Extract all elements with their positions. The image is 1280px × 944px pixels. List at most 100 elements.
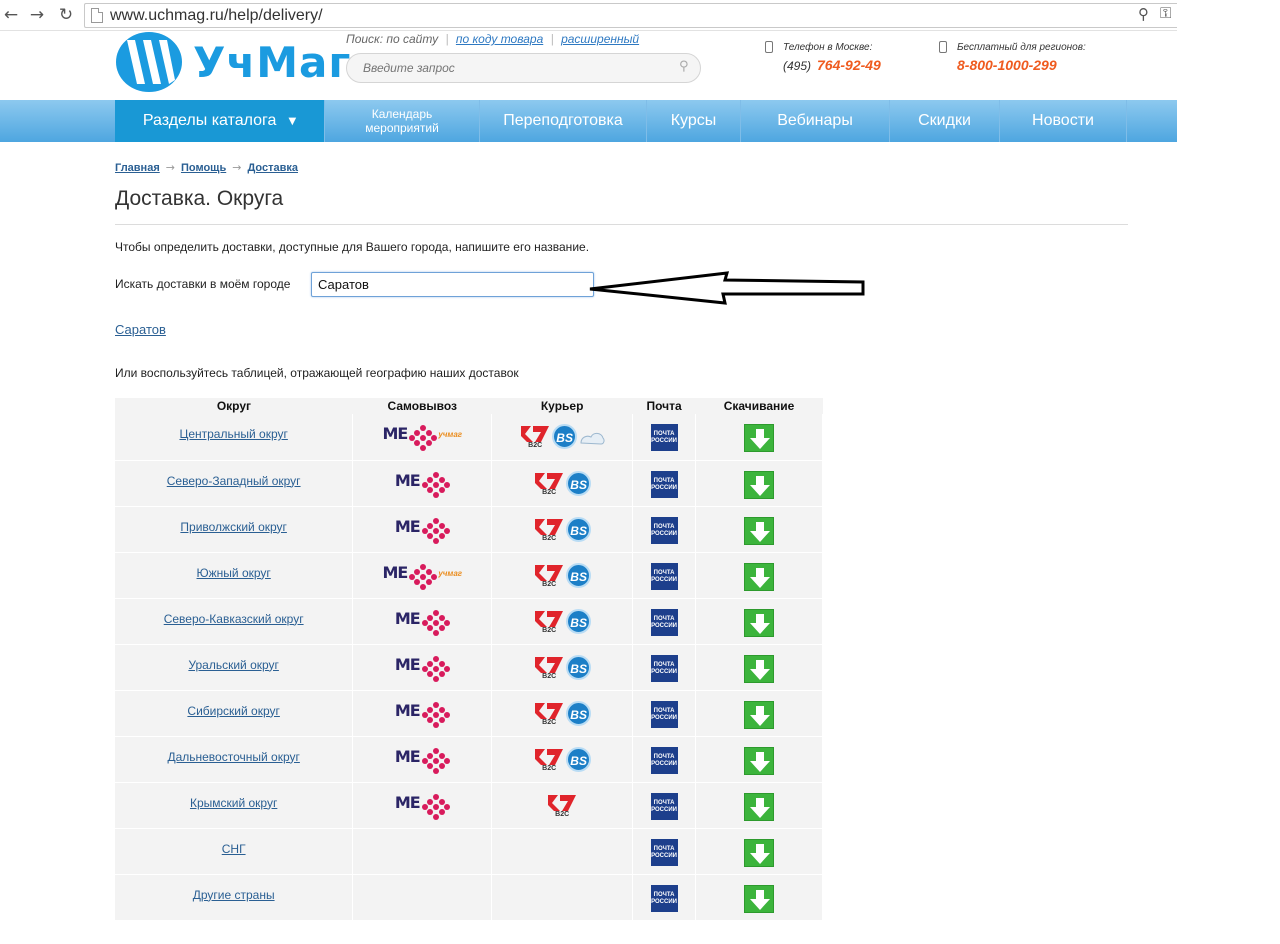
download-icon[interactable]: [744, 470, 775, 499]
district-link[interactable]: Крымский округ: [190, 796, 277, 810]
site-search-input[interactable]: [346, 53, 701, 83]
cell-download: [695, 828, 823, 875]
breadcrumb-delivery[interactable]: Доставка: [247, 162, 298, 174]
cell-download: [695, 598, 823, 645]
cell-download: [695, 552, 823, 599]
search-mode-code-link[interactable]: по коду товара: [456, 32, 543, 46]
nav-webinars[interactable]: Вебинары: [741, 100, 890, 142]
b2c-logo-icon: B2C: [519, 424, 551, 452]
pochta-label-1: ПОЧТА: [653, 799, 675, 806]
pochta-logo-icon: ПОЧТА РОССИИ: [650, 792, 678, 820]
district-link[interactable]: Приволжский округ: [180, 520, 287, 534]
moscow-phone-label: Телефон в Москве:: [783, 42, 873, 53]
download-icon[interactable]: [744, 792, 775, 821]
cell-post: ПОЧТА РОССИИ: [632, 506, 697, 553]
pochta-logo-icon: ПОЧТА РОССИИ: [650, 838, 678, 866]
annotation-arrow-icon: [589, 271, 865, 305]
nav-calendar[interactable]: Календарь мероприятий: [325, 100, 480, 142]
search-mode-extended-link[interactable]: расширенный: [561, 32, 639, 46]
download-icon[interactable]: [744, 424, 775, 452]
download-icon[interactable]: [744, 884, 775, 913]
pochta-label-2: РОССИИ: [651, 760, 677, 767]
pochta-label-1: ПОЧТА: [653, 477, 675, 484]
zoom-icon[interactable]: ⚲: [1138, 5, 1149, 23]
address-bar[interactable]: www.uchmag.ru/help/delivery/: [84, 3, 1177, 28]
district-link[interactable]: Северо-Кавказский округ: [164, 612, 304, 626]
download-icon[interactable]: [744, 516, 775, 545]
delivery-table: Округ Самовывоз Курьер Почта Скачивание …: [115, 398, 823, 921]
download-icon[interactable]: [744, 838, 775, 867]
cell-courier: B2C BS: [491, 598, 634, 645]
forward-icon[interactable]: →: [26, 5, 48, 25]
cell-post: ПОЧТА РОССИИ: [632, 690, 697, 737]
nav-calendar-line1: Календарь: [371, 107, 433, 121]
search-mode-site[interactable]: по сайту: [386, 32, 438, 46]
breadcrumb-help[interactable]: Помощь: [181, 162, 226, 174]
pochta-label-1: ПОЧТА: [653, 707, 675, 714]
pochta-logo-icon: ПОЧТА РОССИИ: [650, 470, 678, 498]
district-link[interactable]: Сибирский округ: [187, 704, 279, 718]
district-link[interactable]: Другие страны: [193, 888, 275, 902]
download-icon[interactable]: [744, 654, 775, 683]
nav-catalog[interactable]: Разделы каталога ▼: [115, 100, 325, 142]
download-icon[interactable]: [744, 608, 775, 637]
berry-icon: [421, 793, 450, 820]
nav-courses[interactable]: Курсы: [647, 100, 741, 142]
district-link[interactable]: Северо-Западный округ: [167, 474, 301, 488]
column-header-pickup: Самовывоз: [352, 398, 492, 414]
nav-catalog-label: Разделы каталога: [142, 112, 277, 129]
b2c-label: B2C: [555, 810, 570, 818]
download-icon[interactable]: [744, 746, 775, 775]
district-link[interactable]: Дальневосточный округ: [167, 750, 299, 764]
pochta-logo-icon: ПОЧТА РОССИИ: [650, 654, 678, 682]
district-link[interactable]: СНГ: [222, 842, 246, 856]
nav-discounts[interactable]: Скидки: [890, 100, 1000, 142]
intro-text: Чтобы определить доставки, доступные для…: [115, 240, 590, 254]
nav-news[interactable]: Новости: [1000, 100, 1127, 142]
city-search-input[interactable]: [311, 272, 594, 297]
table-row: Уральский округ ME B2C BS ПОЧТА РОССИИ: [115, 644, 823, 691]
cell-post: ПОЧТА РОССИИ: [632, 460, 697, 507]
cell-download: [695, 460, 823, 507]
district-link[interactable]: Южный округ: [197, 566, 271, 580]
table-row: Другие страны ПОЧТА РОССИИ: [115, 874, 823, 921]
cell-pickup: ME учмаг: [352, 414, 493, 461]
district-link[interactable]: Уральский округ: [188, 658, 279, 672]
key-icon[interactable]: ⚿: [1160, 4, 1171, 22]
logo-mark-icon: [116, 32, 182, 92]
reload-icon[interactable]: ↻: [55, 5, 77, 25]
back-icon[interactable]: ←: [0, 5, 22, 25]
cell-courier: [491, 828, 634, 875]
moscow-phone-block: Телефон в Москве: (495) 764-92-49: [765, 41, 881, 73]
b2c-label: B2C: [542, 718, 557, 726]
pochta-label-1: ПОЧТА: [653, 661, 675, 668]
site-logo[interactable]: УчМаг: [115, 32, 350, 94]
pochta-label-2: РОССИИ: [651, 898, 677, 905]
b2c-logo-icon: B2C: [533, 609, 565, 637]
pochta-logo-icon: ПОЧТА РОССИИ: [650, 562, 678, 590]
download-icon[interactable]: [744, 562, 775, 591]
district-link[interactable]: Центральный округ: [179, 427, 287, 441]
city-result-link[interactable]: Саратов: [115, 322, 166, 337]
table-row: Дальневосточный округ ME B2C BS ПОЧТА РОССИИ: [115, 736, 823, 783]
pochta-label-1: ПОЧТА: [653, 845, 675, 852]
download-icon[interactable]: [744, 700, 775, 729]
nav-retraining[interactable]: Переподготовка: [480, 100, 647, 142]
table-row: Приволжский округ ME B2C BS ПОЧТА РОССИИ: [115, 506, 823, 553]
url-text[interactable]: www.uchmag.ru/help/delivery/: [110, 7, 323, 25]
pochta-logo-icon: ПОЧТА РОССИИ: [650, 424, 678, 451]
cell-download: [695, 414, 823, 461]
breadcrumb-home[interactable]: Главная: [115, 162, 160, 174]
cell-district: СНГ: [115, 828, 354, 875]
moscow-phone-code: (495): [783, 59, 812, 73]
cell-post: ПОЧТА РОССИИ: [632, 644, 697, 691]
b2c-logo-icon: B2C: [533, 701, 565, 729]
regions-phone-label: Бесплатный для регионов:: [957, 42, 1086, 53]
cell-courier: B2C BS: [491, 736, 634, 783]
search-icon[interactable]: ⚲: [679, 59, 689, 74]
table-row: Центральный округ ME учмаг B2C BS ПОЧТА РОССИИ: [115, 414, 823, 461]
cell-district: Уральский округ: [115, 644, 354, 691]
b2c-logo-icon: B2C: [533, 563, 565, 591]
pochta-label-1: ПОЧТА: [653, 569, 675, 576]
pochta-label-1: ПОЧТА: [653, 431, 675, 437]
